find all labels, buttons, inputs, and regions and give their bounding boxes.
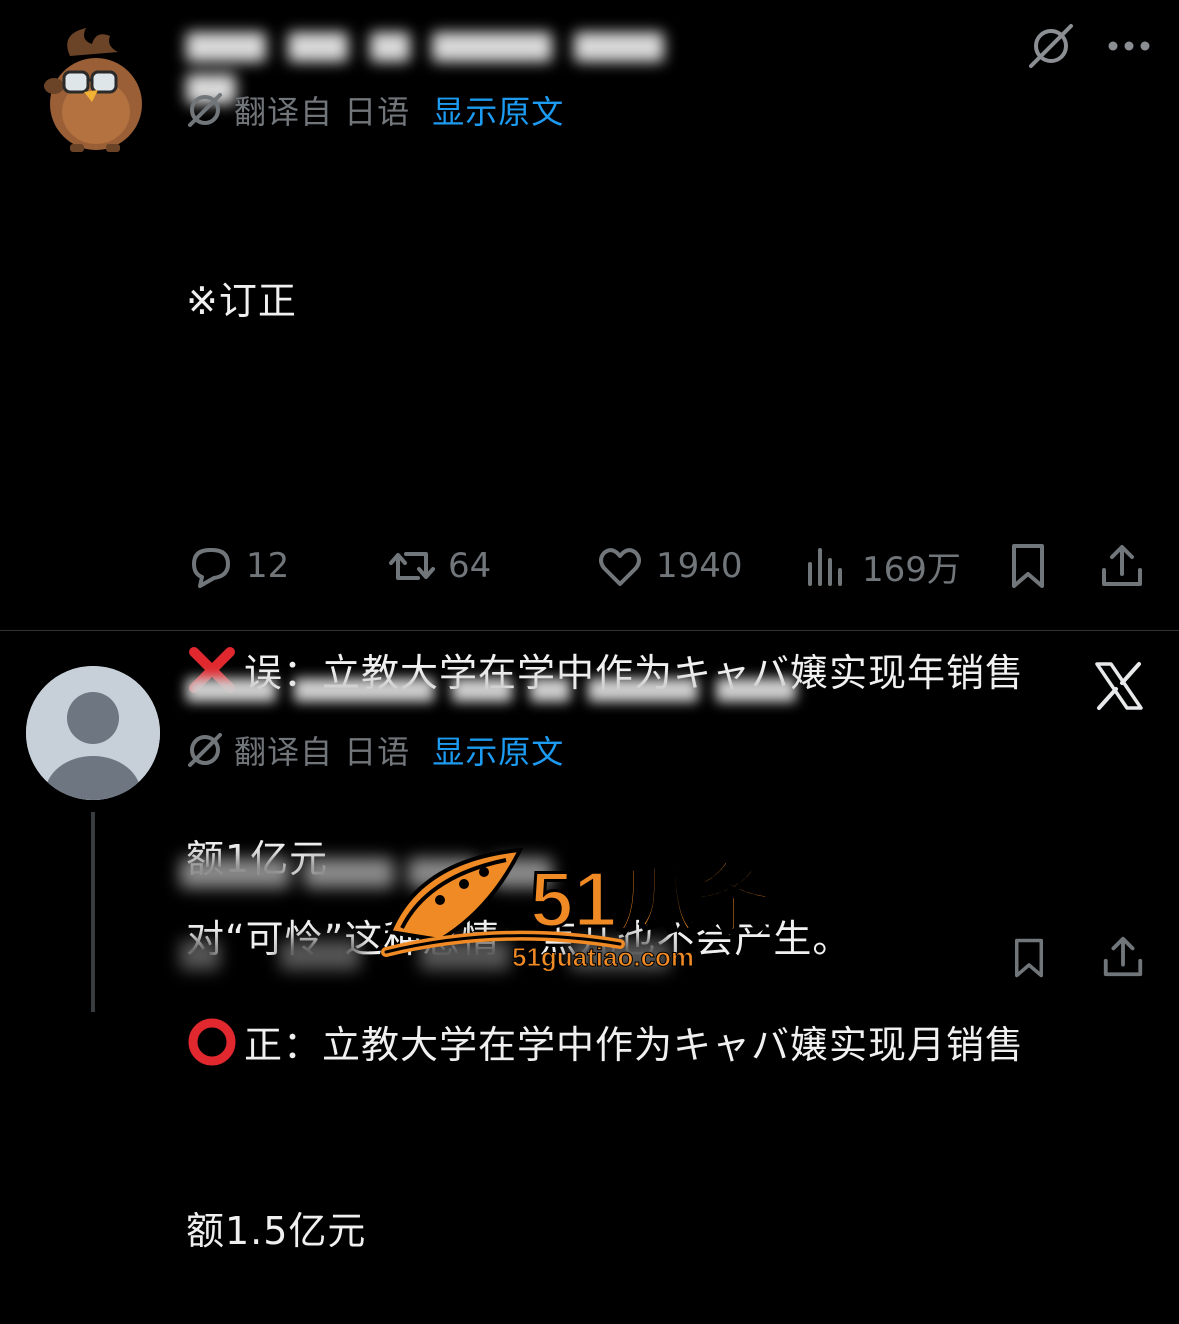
x-logo-icon[interactable] [1093,660,1145,712]
like-button[interactable]: 1940 [596,540,743,592]
translation-info: 翻译自 日语 显示原文 [186,88,564,132]
more-dots-icon[interactable] [1107,40,1151,52]
bookmark-icon [1012,544,1044,588]
bookmark-button[interactable] [1004,540,1064,592]
watermark-url: 51guatiao.com [512,942,694,972]
post-line-empty [186,456,1166,518]
watermark-brand: 51瓜条 [530,855,773,943]
author-name-redacted [186,668,816,710]
share-button[interactable] [1098,540,1158,592]
share-button[interactable] [1100,934,1146,984]
views-count: 169万 [862,549,961,590]
post-actions-bar: 12 64 1940 169万 [186,540,1146,592]
bookmark-icon [1015,938,1043,978]
post-divider [0,630,1179,631]
watermermelon-logo-icon: 51瓜条 51guatiao.com [381,847,774,973]
post-line: 额1.5亿元 [186,1209,367,1253]
show-original-link[interactable]: 显示原文 [432,727,564,773]
post-line: ※订正 [186,279,297,323]
translation-info: 翻译自 日语 显示原文 [186,728,564,772]
share-icon [1103,936,1143,977]
author-name-redacted [186,24,756,104]
translated-from-label: 翻译自 日语 [234,93,411,131]
translate-icon [188,93,222,127]
author-avatar[interactable] [40,26,152,154]
reply-count: 12 [246,546,290,586]
share-icon [1102,545,1142,586]
repost-icon [389,552,435,580]
thread-connector-line [91,812,95,1012]
views-bars-icon [808,548,842,586]
repost-button[interactable]: 64 [388,540,491,592]
default-avatar[interactable] [26,666,160,800]
show-original-link[interactable]: 显示原文 [432,87,564,133]
heart-icon [599,548,641,586]
post-header-actions [1025,20,1179,72]
views-button[interactable]: 169万 [802,540,961,592]
like-count: 1940 [656,546,743,586]
grok-slash-icon[interactable] [1025,20,1077,72]
translated-from-label: 翻译自 日语 [234,733,411,771]
translate-icon [188,733,222,767]
bookmark-button[interactable] [1008,936,1050,984]
reply-button[interactable]: 12 [186,540,289,592]
repost-count: 64 [448,546,492,586]
reply-bubble-icon [192,548,230,588]
watermark-logo: 51瓜条 51guatiao.com [380,840,800,980]
